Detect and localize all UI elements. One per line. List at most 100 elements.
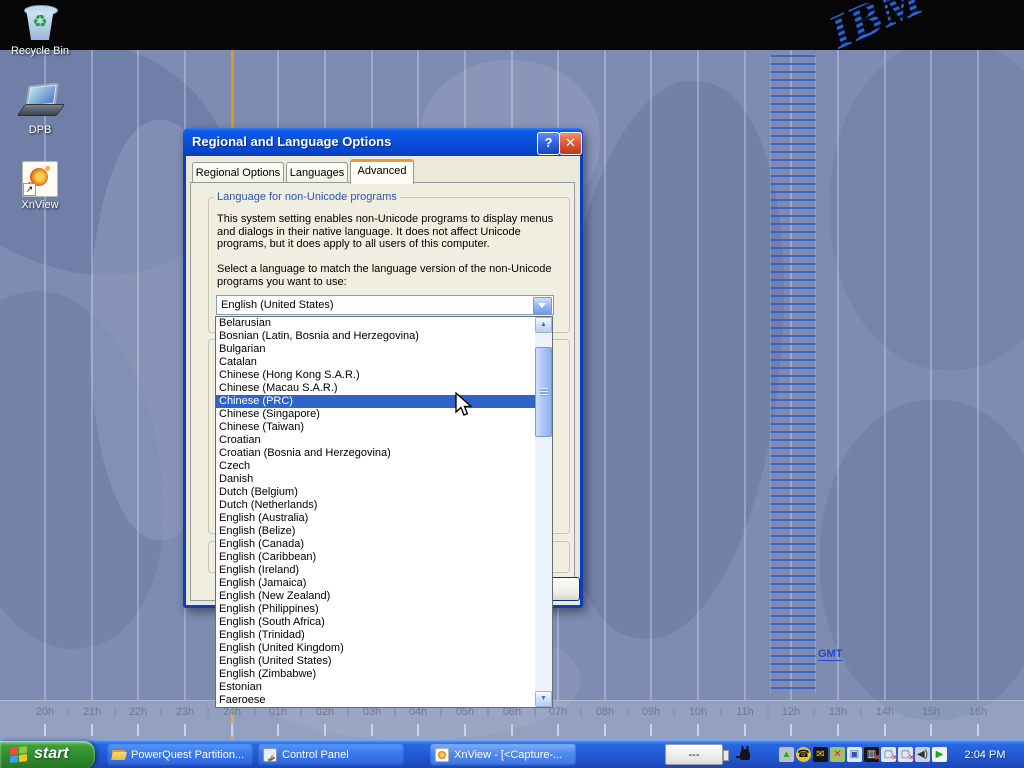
- language-option[interactable]: English (United Kingdom): [216, 642, 536, 655]
- language-option[interactable]: Danish: [216, 473, 536, 486]
- taskbar-button-3[interactable]: XnView - [<Capture-...: [430, 744, 576, 766]
- language-option[interactable]: English (Trinidad): [216, 629, 536, 642]
- language-option[interactable]: Chinese (Singapore): [216, 408, 536, 421]
- timezone-label: 16h: [956, 706, 1000, 718]
- taskbar-button-2[interactable]: ✓Control Panel: [258, 744, 404, 766]
- timezone-tick: [697, 724, 699, 736]
- language-option[interactable]: Estonian: [216, 681, 536, 694]
- language-option[interactable]: Chinese (Taiwan): [216, 421, 536, 434]
- language-option[interactable]: Dutch (Belgium): [216, 486, 536, 499]
- scroll-down-icon[interactable]: ▼: [535, 691, 552, 707]
- error-badge: ✕: [908, 750, 915, 765]
- language-option[interactable]: English (Philippines): [216, 603, 536, 616]
- language-option[interactable]: Bosnian (Latin, Bosnia and Herzegovina): [216, 330, 536, 343]
- language-option[interactable]: English (Belize): [216, 525, 536, 538]
- error-badge: ✕: [891, 750, 898, 765]
- desktop-icon-dpb[interactable]: DPB: [2, 82, 78, 136]
- language-option[interactable]: English (Zimbabwe): [216, 668, 536, 681]
- agent-phone-icon[interactable]: ☎: [796, 747, 811, 762]
- language-option[interactable]: Chinese (PRC): [216, 395, 536, 408]
- timezone-label: 10h: [676, 706, 720, 718]
- timezone-label: 09h: [629, 706, 673, 718]
- language-option[interactable]: English (Australia): [216, 512, 536, 525]
- language-dropdown-list[interactable]: BelarusianBosnian (Latin, Bosnia and Her…: [215, 316, 553, 708]
- media-player-icon[interactable]: ▶: [932, 747, 947, 762]
- error-badge: ✕: [874, 750, 881, 765]
- xnview-glyph: [435, 748, 449, 762]
- timezone-separator: [440, 708, 442, 717]
- folder-front: [111, 752, 127, 760]
- mail-alert-icon[interactable]: ✉: [813, 747, 828, 762]
- language-option[interactable]: English (United States): [216, 655, 536, 668]
- language-option[interactable]: Belarusian: [216, 317, 536, 330]
- mixer-muted-icon[interactable]: ▥✕: [864, 747, 879, 762]
- timezone-label: 21h: [70, 706, 114, 718]
- taskbar-clock: 2:04 PM: [952, 741, 1018, 768]
- language-option[interactable]: English (South Africa): [216, 616, 536, 629]
- tab-languages[interactable]: Languages: [286, 162, 348, 183]
- timezone-tick: [557, 724, 559, 736]
- timezone-separator: [160, 708, 162, 717]
- battery-meter-nub: [723, 750, 729, 761]
- timezone-label: 22h: [116, 706, 160, 718]
- hour-gridline: [650, 50, 652, 700]
- timezone-tick: [184, 724, 186, 736]
- messenger-offline-icon[interactable]: ✕: [830, 747, 845, 762]
- help-button[interactable]: ?: [537, 132, 560, 155]
- language-option[interactable]: English (Caribbean): [216, 551, 536, 564]
- close-button[interactable]: ✕: [559, 132, 582, 155]
- desktop: GMT 20h21h22h23h24h01h02h03h04h05h06h07h…: [0, 0, 1024, 768]
- ac-power-plug-icon: [734, 745, 754, 765]
- network-computers-icon[interactable]: ▣: [847, 747, 862, 762]
- hour-gridline: [44, 50, 46, 700]
- hour-gridline: [91, 50, 93, 700]
- language-option[interactable]: English (Jamaica): [216, 577, 536, 590]
- scrollbar-thumb[interactable]: [535, 347, 552, 437]
- map-landmass: [830, 40, 1024, 370]
- timezone-label: 08h: [583, 706, 627, 718]
- scroll-up-icon[interactable]: ▲: [535, 317, 552, 333]
- tab-regional-options[interactable]: Regional Options: [192, 162, 284, 183]
- tab-advanced[interactable]: Advanced: [350, 159, 414, 184]
- language-option[interactable]: Croatian (Bosnia and Herzegovina): [216, 447, 536, 460]
- timezone-tick: [884, 724, 886, 736]
- audio-device-error-icon[interactable]: ▢✕: [898, 747, 913, 762]
- language-option[interactable]: English (Ireland): [216, 564, 536, 577]
- map-landmass: [820, 400, 1024, 720]
- language-option[interactable]: Bulgarian: [216, 343, 536, 356]
- language-option[interactable]: Chinese (Macau S.A.R.): [216, 382, 536, 395]
- language-option[interactable]: Faeroese: [216, 694, 536, 707]
- timezone-label: 12h: [769, 706, 813, 718]
- volume-icon[interactable]: ◀): [915, 747, 930, 762]
- icon-label: XnView: [2, 199, 78, 211]
- battery-meter[interactable]: ---: [665, 744, 723, 765]
- taskbar-button-1[interactable]: PowerQuest Partition...: [107, 744, 253, 766]
- language-option[interactable]: Czech: [216, 460, 536, 473]
- timezone-separator: [673, 708, 675, 717]
- language-option[interactable]: English (Canada): [216, 538, 536, 551]
- timezone-tick: [790, 724, 792, 736]
- network-disconnected-icon[interactable]: ▢✕: [881, 747, 896, 762]
- hour-gridline: [604, 50, 606, 700]
- scrollbar[interactable]: ▲ ▼: [535, 317, 552, 707]
- task-label: Control Panel: [282, 744, 349, 766]
- language-option[interactable]: Croatian: [216, 434, 536, 447]
- select-language-instruction: Select a language to match the language …: [217, 263, 552, 288]
- language-option[interactable]: Chinese (Hong Kong S.A.R.): [216, 369, 536, 382]
- start-button[interactable]: start: [0, 741, 95, 768]
- desktop-icon-recycle-bin[interactable]: ♻ Recycle Bin: [2, 3, 78, 57]
- language-combobox[interactable]: English (United States): [216, 295, 554, 315]
- language-option[interactable]: English (New Zealand): [216, 590, 536, 603]
- language-option[interactable]: Catalan: [216, 356, 536, 369]
- timezone-separator: [813, 708, 815, 717]
- language-option[interactable]: Dutch (Netherlands): [216, 499, 536, 512]
- eject-hardware-icon[interactable]: ▲: [779, 747, 794, 762]
- timezone-separator: [487, 708, 489, 717]
- timezone-tick: [930, 724, 932, 736]
- combobox-value: English (United States): [221, 299, 334, 311]
- task-label: XnView - [<Capture-...: [454, 744, 562, 766]
- dialog-titlebar[interactable]: Regional and Language Options ? ✕: [183, 128, 583, 156]
- desktop-icon-xnview[interactable]: ↗ XnView: [2, 161, 78, 211]
- chevron-down-icon[interactable]: [533, 297, 552, 315]
- timezone-tick: [137, 724, 139, 736]
